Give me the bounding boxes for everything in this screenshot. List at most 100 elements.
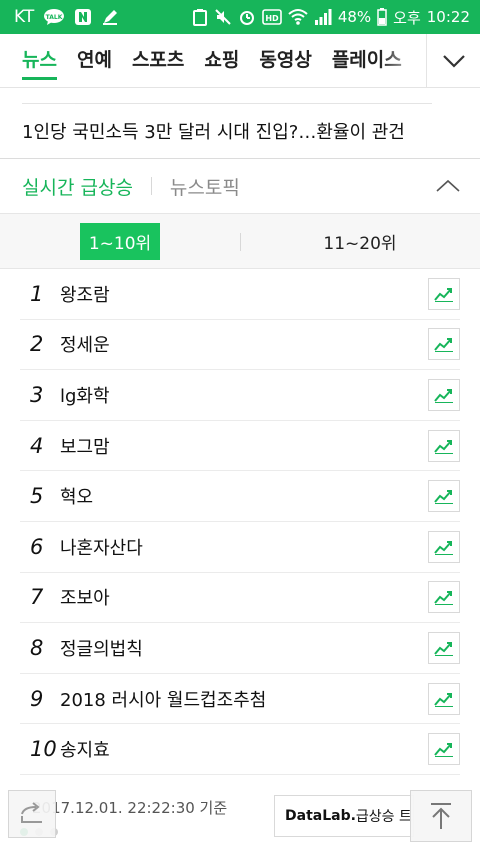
status-bar: KT TALK HD 48% 오후 10:22: [0, 0, 480, 34]
datalab-brand: DataLab.: [285, 808, 356, 824]
tab-news-topic[interactable]: 뉴스토픽: [170, 173, 240, 200]
trend-chart-button[interactable]: [428, 378, 460, 411]
pen-icon: [101, 8, 119, 26]
trend-chart-icon: [434, 641, 453, 656]
nav-expand-button[interactable]: [426, 34, 480, 87]
trend-chart-icon: [434, 388, 453, 403]
rank-keyword[interactable]: 혁오: [60, 483, 428, 509]
arrow-up-icon: [431, 803, 451, 829]
previous-headline-fragment: [22, 92, 432, 104]
rank-number: 6: [30, 534, 44, 559]
rank-item[interactable]: 10 송지효: [20, 724, 460, 775]
rank-keyword[interactable]: lg화학: [60, 382, 428, 408]
trend-chart-button[interactable]: [428, 682, 460, 715]
tab-realtime-rising[interactable]: 실시간 급상승: [22, 173, 133, 200]
trend-chart-button[interactable]: [428, 733, 460, 766]
trend-chart-button[interactable]: [428, 328, 460, 361]
rank-number: 3: [30, 382, 44, 407]
rank-keyword[interactable]: 송지효: [60, 736, 428, 762]
trend-chart-icon: [434, 692, 453, 707]
datalab-link-label: 급상승 트래킹: [355, 809, 413, 825]
nav-tab-sports[interactable]: 스포츠: [122, 34, 194, 88]
tab-separator: [150, 177, 152, 195]
trend-chart-icon: [434, 439, 453, 454]
tab-rank-11-20[interactable]: 11~20위: [240, 223, 480, 260]
rank-number: 7: [30, 585, 44, 610]
wifi-icon: [288, 8, 308, 26]
trend-chart-icon: [434, 490, 453, 505]
ampm-label: 오후: [393, 8, 421, 27]
alarm-icon: [238, 8, 256, 26]
trend-chart-icon: [434, 540, 453, 555]
trend-chart-icon: [434, 287, 453, 302]
rank-item[interactable]: 7 조보아: [20, 573, 460, 624]
tab-rank-1-10[interactable]: 1~10위: [0, 222, 240, 260]
svg-text:TALK: TALK: [46, 14, 63, 21]
rank-keyword[interactable]: 정세운: [60, 331, 428, 357]
rank-keyword[interactable]: 나혼자산다: [60, 534, 428, 560]
trend-chart-button[interactable]: [428, 277, 460, 310]
trend-chart-icon: [434, 743, 453, 758]
tab-rank-11-20-label: 11~20위: [323, 233, 397, 254]
rank-item[interactable]: 2 정세운: [20, 320, 460, 371]
rank-item[interactable]: 5 혁오: [20, 471, 460, 522]
rank-keyword[interactable]: 왕조람: [60, 281, 428, 307]
tab-rank-1-10-label: 1~10위: [79, 222, 161, 260]
rank-keyword[interactable]: 보그맘: [60, 433, 428, 459]
rank-item[interactable]: 8 정글의법칙: [20, 623, 460, 674]
ranking-section-header: 실시간 급상승 뉴스토픽: [0, 159, 480, 213]
scroll-to-top-button[interactable]: [410, 790, 472, 842]
rank-item[interactable]: 9 2018 러시아 월드컵조추첨: [20, 674, 460, 725]
naver-icon: [74, 8, 92, 26]
rank-keyword[interactable]: 2018 러시아 월드컵조추첨: [60, 686, 428, 712]
share-icon: [21, 802, 42, 823]
rank-range-tabs: 1~10위 11~20위: [0, 213, 480, 269]
svg-text:HD: HD: [265, 14, 279, 23]
nav-tab-news[interactable]: 뉴스: [12, 34, 67, 88]
clock-time: 10:22: [426, 8, 470, 26]
recycle-icon: [192, 8, 208, 26]
nav-tabs: 뉴스 연예 스포츠 쇼핑 동영상 플레이스: [0, 34, 426, 88]
rank-number: 10: [30, 737, 57, 762]
ranking-footer: 2017.12.01. 22:22:30 기준 DataLab.급상승 트래킹: [0, 776, 480, 853]
rank-keyword[interactable]: 조보아: [60, 584, 428, 610]
rank-item[interactable]: 1 왕조람: [20, 269, 460, 320]
mute-icon: [214, 8, 232, 26]
datalab-link[interactable]: DataLab.급상승 트래킹: [274, 795, 414, 837]
chevron-down-icon: [442, 54, 465, 68]
signal-icon: [314, 8, 332, 26]
chevron-up-icon: [436, 179, 460, 192]
battery-icon: [377, 8, 387, 26]
rank-item[interactable]: 4 보그맘: [20, 421, 460, 472]
collapse-button[interactable]: [432, 171, 464, 201]
trend-chart-button[interactable]: [428, 581, 460, 614]
rank-number: 4: [30, 433, 44, 458]
trend-chart-button[interactable]: [428, 530, 460, 563]
trend-chart-icon: [434, 338, 453, 353]
nav-tab-shopping[interactable]: 쇼핑: [194, 34, 249, 88]
nav-fade: [380, 34, 426, 87]
nav-tab-entertainment[interactable]: 연예: [67, 34, 122, 88]
rank-number: 8: [30, 635, 44, 660]
rank-list: 1 왕조람 2 정세운 3 lg화학 4 보그맘 5 혁오 6 나혼자산다 7 …: [20, 269, 460, 775]
hd-icon: HD: [262, 9, 282, 25]
rank-item[interactable]: 6 나혼자산다: [20, 522, 460, 573]
talk-icon: TALK: [43, 8, 65, 26]
trend-chart-button[interactable]: [428, 631, 460, 664]
rank-item[interactable]: 3 lg화학: [20, 370, 460, 421]
update-timestamp: 2017.12.01. 22:22:30 기준: [32, 799, 228, 817]
rank-number: 2: [30, 332, 44, 357]
trend-chart-button[interactable]: [428, 429, 460, 462]
rank-number: 5: [30, 484, 44, 509]
rank-keyword[interactable]: 정글의법칙: [60, 635, 428, 661]
trend-chart-button[interactable]: [428, 480, 460, 513]
battery-percent: 48%: [337, 8, 372, 26]
carrier-label: KT: [14, 7, 35, 27]
nav-tab-video[interactable]: 동영상: [249, 34, 321, 88]
rank-number: 1: [30, 281, 44, 306]
trend-chart-icon: [434, 591, 453, 606]
top-nav: 뉴스 연예 스포츠 쇼핑 동영상 플레이스: [0, 34, 480, 88]
share-button[interactable]: [8, 790, 56, 838]
rank-number: 9: [30, 686, 44, 711]
news-headline[interactable]: 1인당 국민소득 3만 달러 시대 진입?…환율이 관건: [22, 104, 458, 158]
